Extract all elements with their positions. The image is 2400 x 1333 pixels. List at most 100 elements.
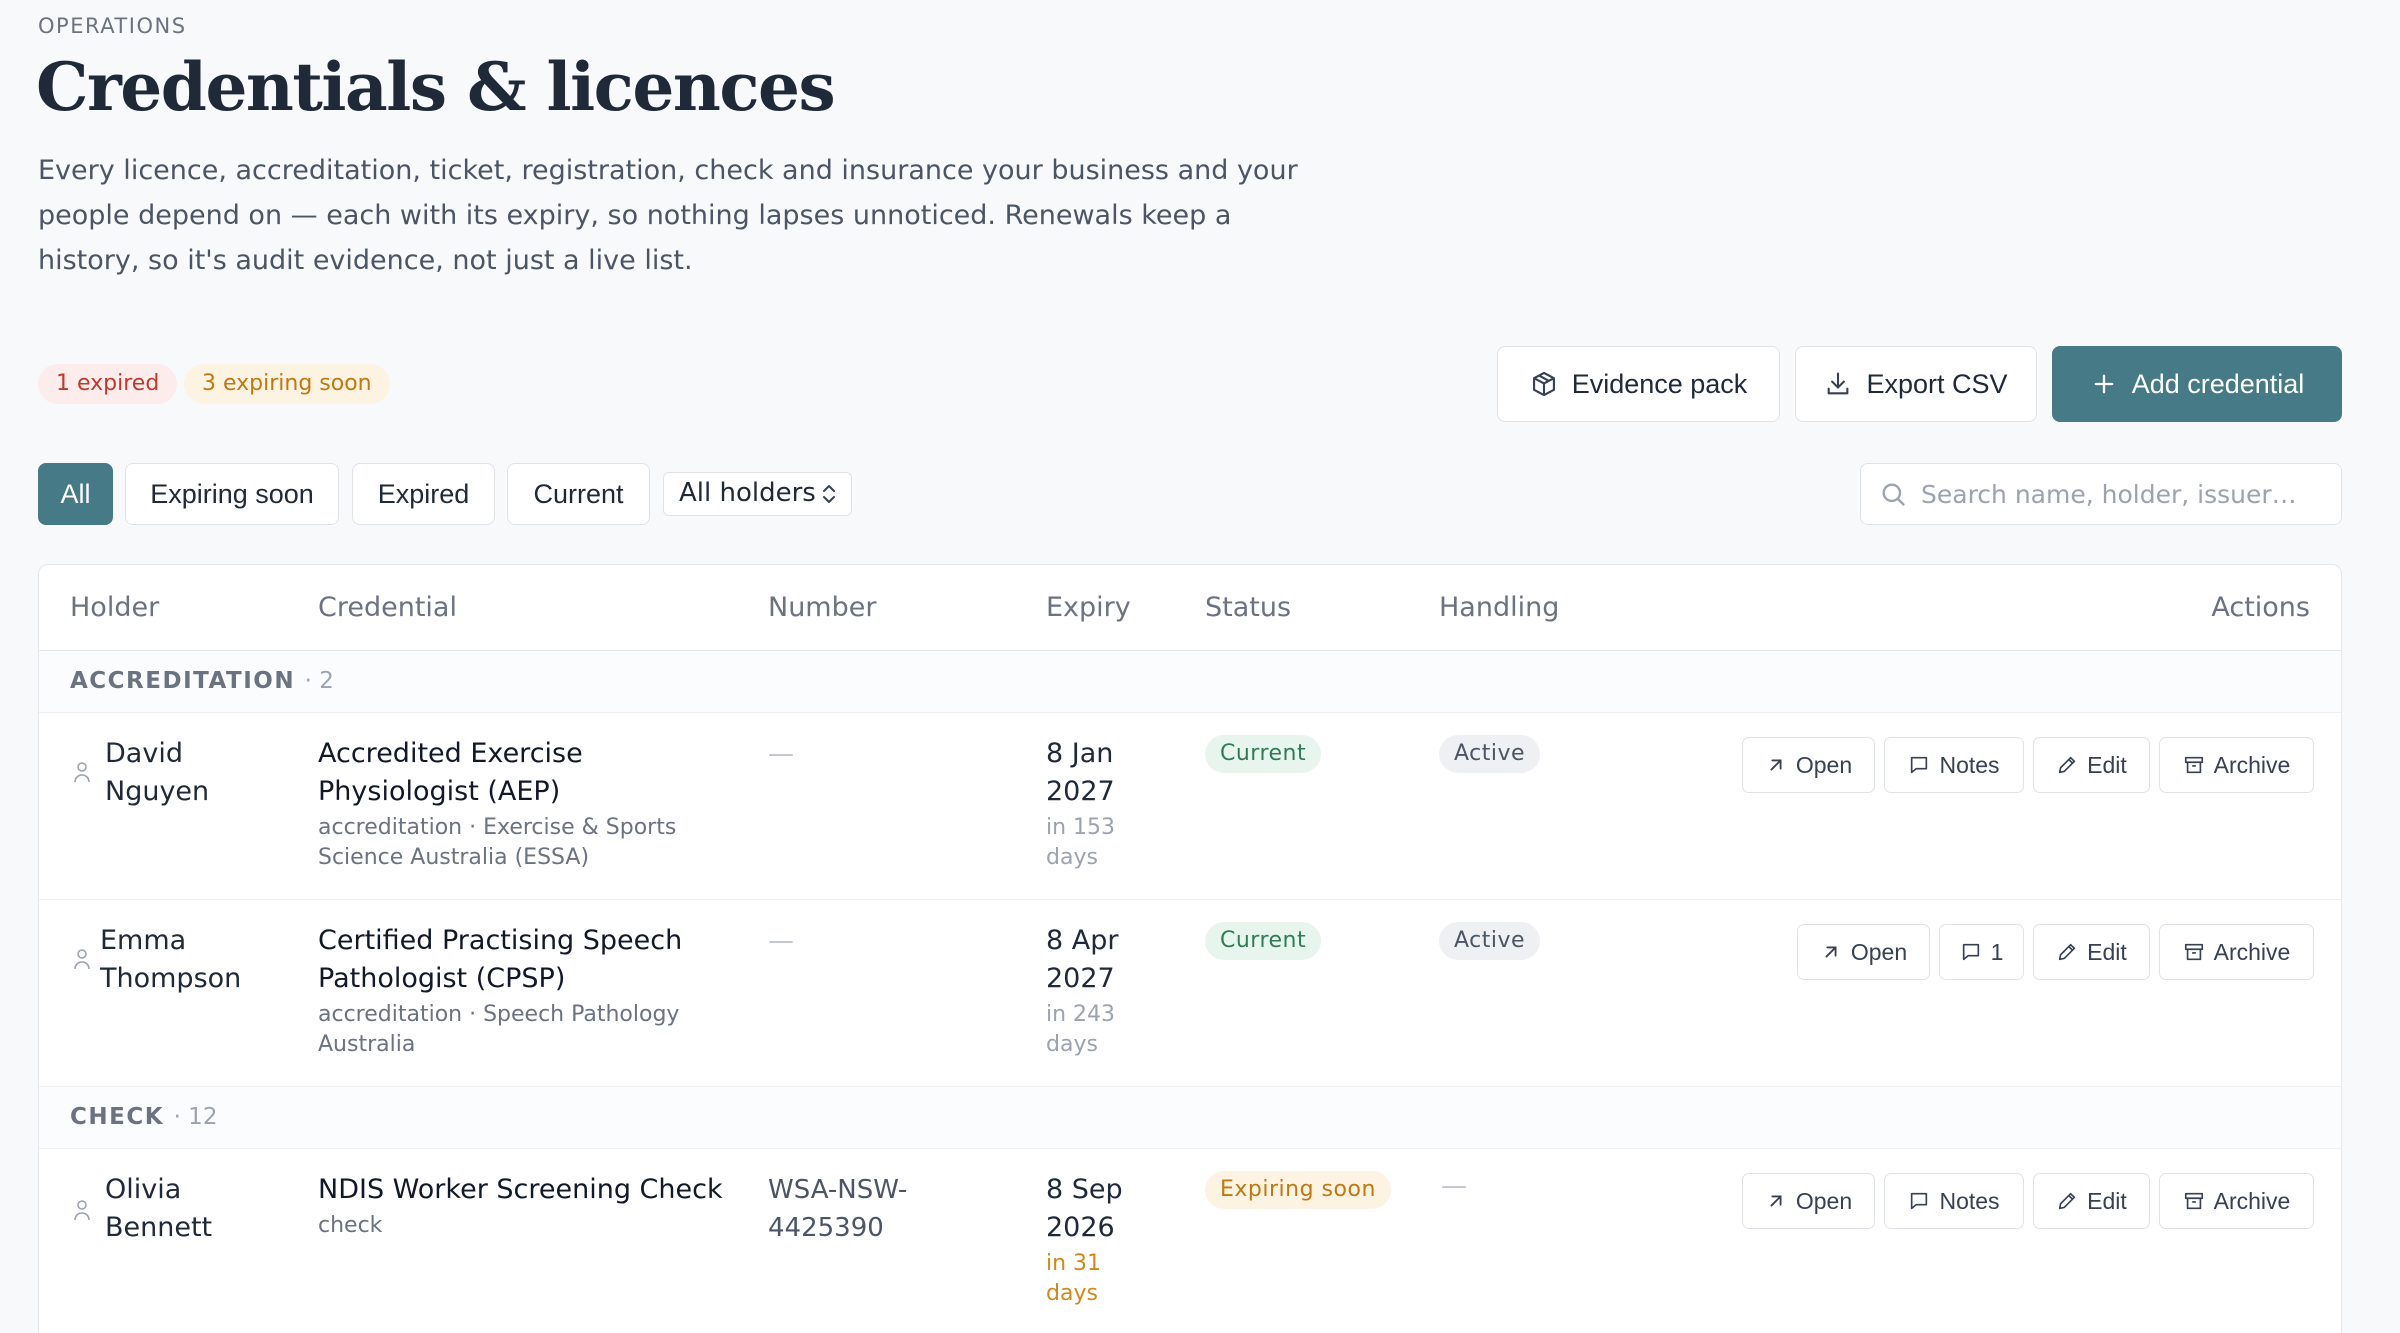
holder-name[interactable]: Emma Thompson	[100, 922, 250, 998]
export-csv-label: Export CSV	[1866, 368, 2008, 399]
package-icon	[1532, 371, 1555, 397]
page-eyebrow: OPERATIONS	[38, 14, 187, 38]
expiry-relative: in 243 days	[1046, 1002, 1116, 1057]
credential-cell: Certified Practising Speech Pathologist …	[318, 922, 708, 1060]
handling-badge: Active	[1439, 735, 1541, 773]
edit-button[interactable]: Edit	[2033, 737, 2150, 793]
column-number[interactable]: Number	[768, 592, 876, 623]
filter-all[interactable]: All	[38, 463, 113, 525]
expiry-date: 8 Apr 2027	[1046, 925, 1119, 994]
column-handling[interactable]: Handling	[1439, 592, 1559, 623]
add-credential-button[interactable]: Add credential	[2052, 346, 2342, 422]
credential-cell: Accredited Exercise Physiologist (AEP) a…	[318, 735, 708, 873]
notes-count: 1	[1990, 938, 2004, 965]
holder-name[interactable]: Olivia Bennett	[105, 1171, 255, 1247]
notes-button[interactable]: 1	[1939, 924, 2024, 980]
group-count: · 2	[304, 668, 334, 694]
expiry-cell: 8 Apr 2027 in 243 days	[1046, 922, 1156, 1060]
pencil-icon	[2059, 943, 2076, 961]
open-label: Open	[1795, 751, 1853, 778]
search-icon	[1882, 483, 1905, 506]
archive-icon	[2184, 943, 2203, 961]
page-title: Credentials & licences	[36, 48, 836, 126]
expiry-date: 8 Sep 2026	[1046, 1174, 1123, 1243]
search-input[interactable]	[1921, 474, 2321, 514]
expiry-date: 8 Jan 2027	[1046, 738, 1115, 807]
group-name: ACCREDITATION	[70, 668, 296, 694]
group-label: CHECK · 12	[70, 1104, 217, 1130]
open-button[interactable]: Open	[1797, 924, 1930, 980]
archive-label: Archive	[2213, 751, 2291, 778]
message-icon	[1911, 756, 1928, 774]
credential-cell: NDIS Worker Screening Check check	[318, 1171, 738, 1241]
pencil-icon	[2059, 1192, 2076, 1210]
edit-button[interactable]: Edit	[2033, 1173, 2150, 1229]
edit-label: Edit	[2087, 1187, 2127, 1214]
archive-icon	[2184, 1192, 2203, 1210]
arrow-up-right-icon	[1825, 946, 1837, 958]
table-row: David Nguyen Accredited Exercise Physiol…	[39, 713, 2341, 900]
group-name: CHECK	[70, 1104, 165, 1130]
holder-name[interactable]: David Nguyen	[105, 735, 255, 811]
archive-button[interactable]: Archive	[2159, 737, 2314, 793]
chevron-up-down-icon	[823, 485, 835, 503]
column-holder[interactable]: Holder	[70, 592, 159, 623]
expiring-soon-count-badge[interactable]: 3 expiring soon	[184, 364, 390, 404]
arrow-up-right-icon	[1770, 759, 1782, 771]
open-button[interactable]: Open	[1742, 737, 1875, 793]
credential-name[interactable]: Certified Practising Speech Pathologist …	[318, 922, 708, 998]
group-count: · 12	[173, 1104, 218, 1130]
edit-label: Edit	[2087, 751, 2127, 778]
credential-number: —	[768, 739, 794, 769]
group-header-accreditation: ACCREDITATION · 2	[39, 651, 2341, 713]
archive-button[interactable]: Archive	[2159, 924, 2314, 980]
notes-button[interactable]: Notes	[1884, 737, 2024, 793]
filter-expiring-soon[interactable]: Expiring soon	[125, 463, 339, 525]
credential-name[interactable]: Accredited Exercise Physiologist (AEP)	[318, 735, 708, 811]
open-label: Open	[1795, 1187, 1853, 1214]
expiry-cell: 8 Sep 2026 in 31 days	[1046, 1171, 1156, 1309]
evidence-pack-button[interactable]: Evidence pack	[1497, 346, 1780, 422]
notes-button[interactable]: Notes	[1884, 1173, 2024, 1229]
search-box[interactable]	[1860, 463, 2342, 525]
credential-meta: accreditation · Exercise & Sports Scienc…	[318, 815, 677, 870]
group-header-check: CHECK · 12	[39, 1087, 2341, 1149]
person-icon	[74, 1200, 90, 1221]
filter-expired[interactable]: Expired	[352, 463, 495, 525]
expiry-relative: in 31 days	[1046, 1251, 1102, 1306]
status-badge: Expiring soon	[1205, 1171, 1391, 1209]
archive-icon	[2184, 756, 2203, 774]
credentials-table: Holder Credential Number Expiry Status H…	[38, 564, 2342, 1333]
holders-select-value: All holders	[679, 478, 816, 508]
expiry-cell: 8 Jan 2027 in 153 days	[1046, 735, 1156, 873]
message-icon	[1962, 943, 1979, 961]
credential-meta: check	[318, 1213, 383, 1238]
export-csv-button[interactable]: Export CSV	[1795, 346, 2037, 422]
holders-select[interactable]: All holders	[663, 472, 852, 516]
notes-label: Notes	[1939, 1187, 2000, 1214]
arrow-up-right-icon	[1770, 1195, 1782, 1207]
column-expiry[interactable]: Expiry	[1046, 592, 1131, 623]
filter-current[interactable]: Current	[507, 463, 650, 525]
message-icon	[1911, 1192, 1928, 1210]
add-credential-label: Add credential	[2131, 368, 2305, 399]
column-status[interactable]: Status	[1205, 592, 1291, 623]
page-description: Every licence, accreditation, ticket, re…	[38, 155, 1298, 276]
group-label: ACCREDITATION · 2	[70, 668, 334, 694]
status-badge: Current	[1205, 735, 1322, 773]
table-row: Olivia Bennett NDIS Worker Screening Che…	[39, 1149, 2341, 1333]
open-button[interactable]: Open	[1742, 1173, 1875, 1229]
status-badge: Current	[1205, 922, 1322, 960]
column-credential[interactable]: Credential	[318, 592, 457, 623]
edit-button[interactable]: Edit	[2033, 924, 2150, 980]
column-actions: Actions	[2211, 592, 2310, 623]
expiry-relative: in 153 days	[1046, 815, 1116, 870]
archive-label: Archive	[2213, 1187, 2291, 1214]
expired-count-badge[interactable]: 1 expired	[38, 364, 178, 404]
pencil-icon	[2059, 756, 2076, 774]
download-icon	[1828, 372, 1849, 395]
credential-number: —	[768, 926, 794, 956]
credential-name[interactable]: NDIS Worker Screening Check	[318, 1171, 738, 1209]
archive-button[interactable]: Archive	[2159, 1173, 2314, 1229]
person-icon	[74, 762, 90, 783]
